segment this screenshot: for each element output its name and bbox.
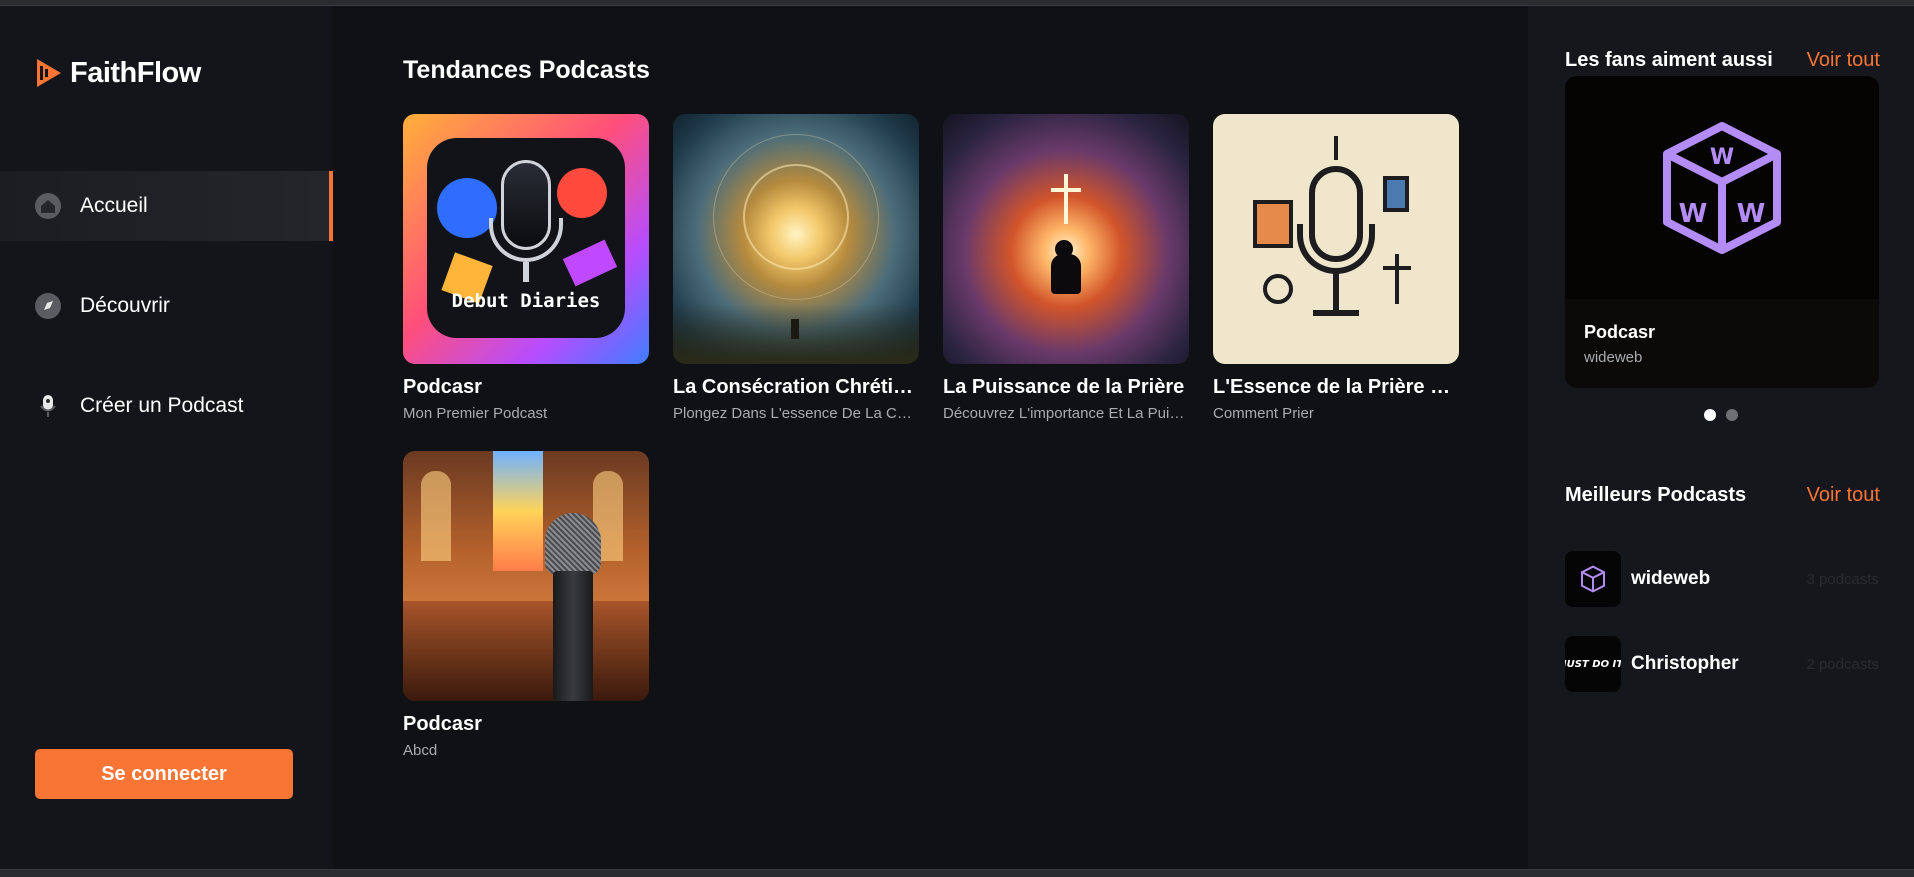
podcast-subtitle: Plongez Dans L'essence De La Consécratio… <box>673 405 919 422</box>
right-panel: Les fans aiment aussi Voir tout W W W Po… <box>1528 6 1914 869</box>
browser-bottom-edge <box>0 869 1914 877</box>
carousel-dot[interactable] <box>1726 409 1738 421</box>
podcast-cover <box>1213 114 1459 364</box>
podcast-title: Podcasr <box>403 376 482 398</box>
podcast-card[interactable]: Debut Diaries Podcasr Mon Premier Podcas… <box>403 114 649 422</box>
podcast-card[interactable]: La Puissance de la Prière Découvrez L'im… <box>943 114 1189 422</box>
svg-text:W: W <box>1679 199 1708 229</box>
login-button[interactable]: Se connecter <box>35 749 293 799</box>
carousel-dot-active[interactable] <box>1704 409 1716 421</box>
podcast-card[interactable]: Podcasr Abcd <box>403 451 649 759</box>
podcast-subtitle: Découvrez L'importance Et La Puissance <box>943 405 1189 422</box>
avatar: JUST DO IT <box>1565 636 1621 692</box>
microphone-icon <box>34 392 62 420</box>
www-cube-icon <box>1581 565 1605 593</box>
podcast-cover <box>943 114 1189 364</box>
top-podcaster-row[interactable]: JUST DO IT Christopher 2 podcasts <box>1565 636 1879 692</box>
featured-podcast-title: Podcasr <box>1584 322 1656 342</box>
svg-text:W: W <box>1710 145 1734 170</box>
sidebar-item-label: Accueil <box>80 194 148 217</box>
see-all-fans-link[interactable]: Voir tout <box>1807 49 1880 72</box>
see-all-best-link[interactable]: Voir tout <box>1807 484 1880 507</box>
app-logo[interactable]: FaithFlow <box>34 56 201 90</box>
podcast-card[interactable]: L'Essence de la Prière Chrétienne Commen… <box>1213 114 1459 422</box>
podcast-count: 2 podcasts <box>1806 655 1879 673</box>
featured-podcast-card[interactable]: W W W Podcasr wideweb <box>1565 76 1879 388</box>
podcast-card[interactable]: La Consécration Chrétienne Plongez Dans … <box>673 114 919 422</box>
podcast-title: La Consécration Chrétienne <box>673 376 919 398</box>
podcast-title: La Puissance de la Prière <box>943 376 1185 398</box>
main-content: Tendances Podcasts Debut Diaries Podcasr… <box>333 6 1528 869</box>
compass-icon <box>34 292 62 320</box>
featured-podcast-cover: W W W <box>1565 76 1879 299</box>
best-podcasts-title: Meilleurs Podcasts <box>1565 484 1747 506</box>
sidebar-item-decouvrir[interactable]: Découvrir <box>0 271 333 341</box>
www-cube-icon: W W W <box>1663 121 1781 254</box>
avatar <box>1565 551 1621 607</box>
featured-podcast-author: wideweb <box>1584 349 1643 366</box>
sidebar-item-label: Créer un Podcast <box>80 394 244 417</box>
podcaster-name: wideweb <box>1631 568 1711 589</box>
podcast-count: 3 podcasts <box>1806 570 1879 588</box>
faithflow-logo-icon <box>34 56 64 90</box>
podcast-cover <box>403 451 649 701</box>
podcast-cover: Debut Diaries <box>403 114 649 364</box>
podcaster-name: Christopher <box>1631 653 1739 674</box>
fans-also-like-title: Les fans aiment aussi <box>1565 49 1773 71</box>
podcast-subtitle: Abcd <box>403 742 438 759</box>
carousel-dots <box>1704 409 1738 421</box>
podcast-cover <box>673 114 919 364</box>
podcast-subtitle: Comment Prier <box>1213 405 1314 422</box>
section-title-trending: Tendances Podcasts <box>403 56 650 84</box>
avatar-text: JUST DO IT <box>1565 658 1621 670</box>
app-name: FaithFlow <box>70 56 201 89</box>
top-podcaster-row[interactable]: wideweb 3 podcasts <box>1565 551 1879 607</box>
podcast-title: L'Essence de la Prière Chrétienne <box>1213 376 1459 398</box>
sidebar-item-creer-podcast[interactable]: Créer un Podcast <box>0 371 333 441</box>
cover-text: Debut Diaries <box>451 290 601 312</box>
sidebar-item-accueil[interactable]: Accueil <box>0 171 333 241</box>
home-icon <box>34 192 62 220</box>
svg-text:W: W <box>1737 199 1766 229</box>
podcast-title: Podcasr <box>403 713 482 735</box>
sidebar: FaithFlow Accueil Découvrir Créer un Pod… <box>0 6 333 869</box>
sidebar-item-label: Découvrir <box>80 294 170 317</box>
podcast-subtitle: Mon Premier Podcast <box>403 405 548 422</box>
